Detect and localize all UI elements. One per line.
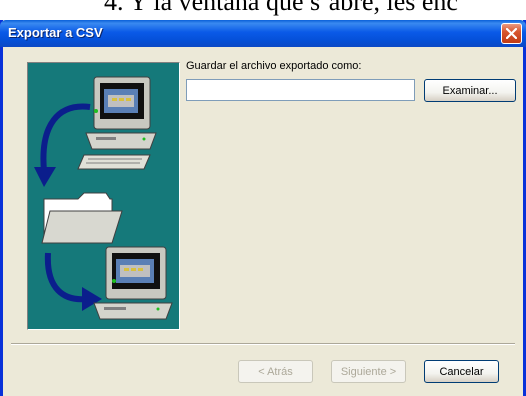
browse-button[interactable]: Examinar... [424,79,516,102]
dialog-title: Exportar a CSV [8,25,103,40]
document-text-fragment: 4. Y la ventana que s’abre, les enc [0,0,526,22]
title-bar[interactable]: Exportar a CSV [0,20,526,47]
cancel-button[interactable]: Cancelar [424,360,499,383]
computer-icon [93,246,173,320]
folder-icon [41,192,123,244]
document-text: 4. Y la ventana que s’abre, les enc [104,0,458,16]
next-button[interactable]: Siguiente > [331,360,406,383]
export-wizard-illustration [27,62,180,330]
computer-icon [77,76,157,170]
close-icon [506,28,517,39]
separator [11,343,515,345]
save-as-label: Guardar el archivo exportado como: [186,60,362,72]
close-button[interactable] [501,23,522,44]
curved-arrow-icon [34,103,91,187]
curved-arrow-icon [44,252,102,311]
export-csv-dialog: Exportar a CSV Guardar el archivo export… [0,20,526,396]
back-button[interactable]: < Atrás [238,360,313,383]
file-path-input[interactable] [186,79,415,101]
illustration-graphic [34,76,173,320]
